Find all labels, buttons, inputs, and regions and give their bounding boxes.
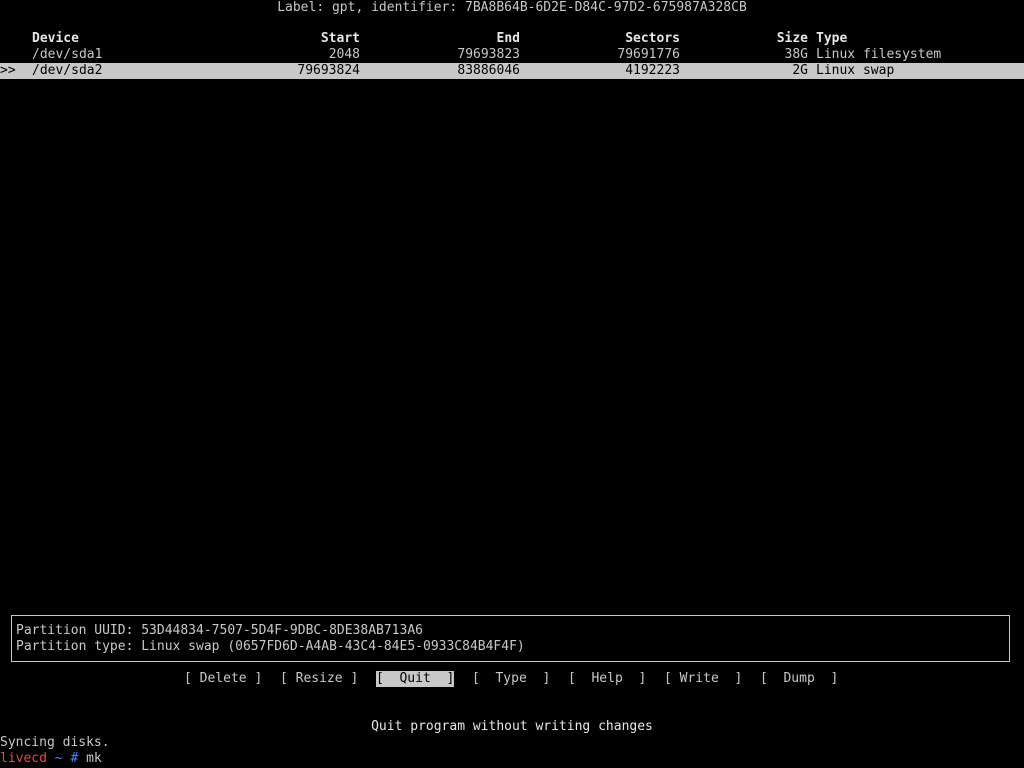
prompt-command-input[interactable]: mk [86,751,102,766]
partition-row-sda1[interactable]: /dev/sda1 2048 79693823 79691776 38G Lin… [0,47,1024,63]
header-start: Start [320,31,360,46]
menu-hint-text: Quit program without writing changes [371,719,653,734]
row-device: /dev/sda1 [32,47,103,62]
partition-uuid-line: Partition UUID: 53D44834-7507-5D4F-9DBC-… [16,623,423,638]
row-size: 38G [784,47,808,62]
header-device: Device [32,31,79,46]
prompt-hostname: livecd [0,751,47,766]
delete-button[interactable]: [ Delete ] [184,671,262,687]
row-start: 79693824 [297,63,360,78]
disk-label-line: Label: gpt, identifier: 7BA8B64B-6D2E-D8… [277,0,747,15]
row-sectors: 4192223 [625,63,680,78]
row-end: 79693823 [457,47,520,62]
row-end: 83886046 [457,63,520,78]
row-type: Linux filesystem [816,47,942,62]
type-button[interactable]: [ Type ] [472,671,550,687]
dump-button[interactable]: [ Dump ] [760,671,838,687]
header-type: Type [816,31,848,46]
header-end: End [496,31,520,46]
header-size: Size [776,31,808,46]
partition-row-sda2[interactable]: >> /dev/sda2 79693824 83886046 4192223 2… [0,63,1024,79]
help-button[interactable]: [ Help ] [568,671,646,687]
resize-button[interactable]: [ Resize ] [280,671,358,687]
row-start: 2048 [328,47,360,62]
row-type: Linux swap [816,63,895,78]
row-size: 2G [792,63,808,78]
action-menu-bar: [ Delete ] [ Resize ] [ Quit ] [ Type ] … [0,671,1024,687]
partition-type-line: Partition type: Linux swap (0657FD6D-A4A… [16,639,525,654]
quit-button[interactable]: [ Quit ] [376,671,455,687]
partition-table-header: Device Start End Sectors Size Type [0,31,1024,47]
write-button[interactable]: [ Write ] [664,671,742,687]
prompt-path: ~ [54,751,63,766]
shell-prompt[interactable]: livecd ~ # mk [0,751,102,767]
row-sectors: 79691776 [617,47,680,62]
selection-pointer: >> [0,63,16,78]
partition-info-box: Partition UUID: 53D44834-7507-5D4F-9DBC-… [11,615,1010,662]
header-sectors: Sectors [625,31,680,46]
row-device: /dev/sda2 [32,63,103,78]
sync-status-text: Syncing disks. [0,735,110,750]
prompt-symbol: # [70,751,79,766]
